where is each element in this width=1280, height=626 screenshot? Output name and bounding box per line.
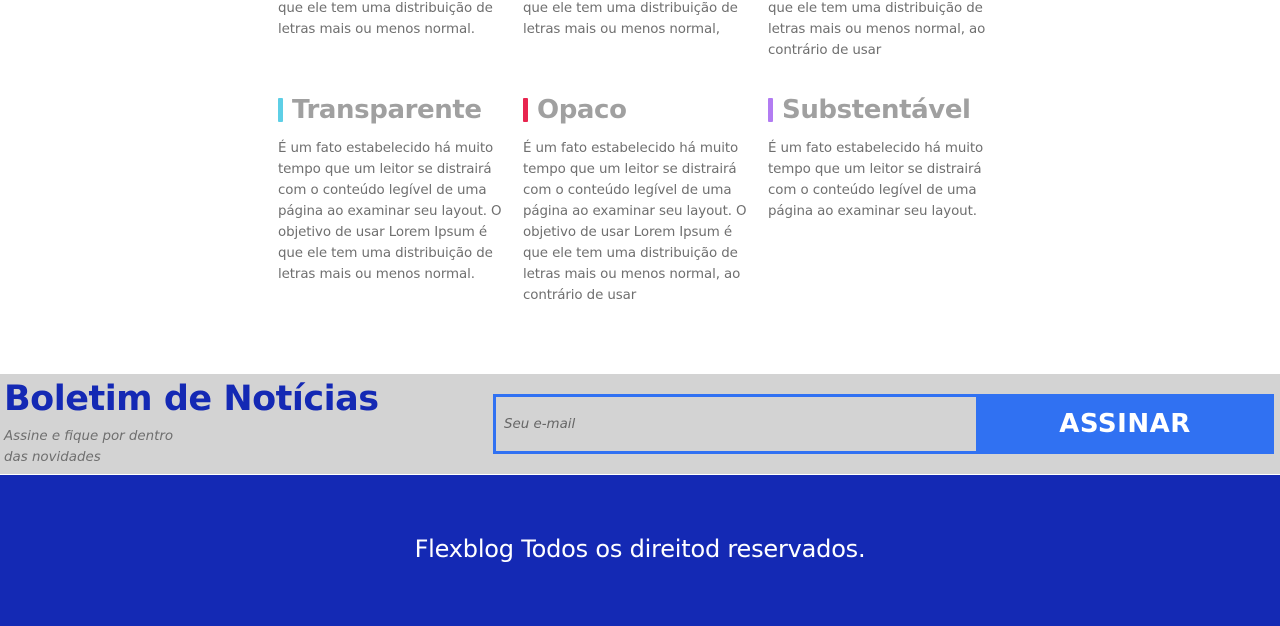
top-paragraph-1: que ele tem uma distribuição de letras m…	[278, 0, 510, 40]
footer: Flexblog Todos os direitod reservados.	[0, 475, 1280, 626]
feature-opaco: Opaco É um fato estabelecido há muito te…	[523, 92, 755, 306]
text-line: letras mais ou menos normal, ao	[768, 22, 986, 37]
feature-description: É um fato estabelecido há muito tempo qu…	[523, 138, 755, 306]
subscribe-button[interactable]: ASSINAR	[976, 394, 1274, 454]
accent-bar	[278, 98, 283, 122]
text-line: letras mais ou menos normal,	[523, 22, 720, 37]
text-line: tempo que um leitor se distrairá	[768, 162, 982, 177]
text-line: página ao examinar seu layout. O	[523, 204, 747, 219]
feature-title: Transparente	[292, 95, 482, 125]
top-column-3: que ele tem uma distribuição de letras m…	[768, 0, 1000, 61]
newsletter-subtitle: Assine e fique por dentro das novidades	[4, 426, 204, 468]
text-line: das novidades	[4, 450, 101, 465]
text-line: com o conteúdo legível de uma	[523, 183, 732, 198]
text-line: tempo que um leitor se distrairá	[278, 162, 492, 177]
text-line: tempo que um leitor se distrairá	[523, 162, 737, 177]
top-column-2: que ele tem uma distribuição de letras m…	[523, 0, 755, 40]
text-line: que ele tem uma distribuição de	[278, 1, 493, 16]
feature-substentavel: Substentável É um fato estabelecido há m…	[768, 92, 1000, 222]
feature-description: É um fato estabelecido há muito tempo qu…	[768, 138, 1000, 222]
text-line: É um fato estabelecido há muito	[278, 141, 494, 156]
newsletter-title: Boletim de Notícias	[4, 379, 379, 419]
feature-title: Substentável	[782, 95, 971, 125]
text-line: que ele tem uma distribuição de	[278, 246, 493, 261]
feature-heading: Transparente	[278, 92, 510, 128]
accent-bar	[768, 98, 773, 122]
page: que ele tem uma distribuição de letras m…	[0, 0, 1280, 626]
text-line: que ele tem uma distribuição de	[768, 1, 983, 16]
top-column-1: que ele tem uma distribuição de letras m…	[278, 0, 510, 40]
footer-copyright: Flexblog Todos os direitod reservados.	[414, 534, 866, 563]
text-line: letras mais ou menos normal, ao	[523, 267, 741, 282]
feature-description: É um fato estabelecido há muito tempo qu…	[278, 138, 510, 285]
text-line: Assine e fique por dentro	[4, 429, 174, 444]
text-line: com o conteúdo legível de uma	[278, 183, 487, 198]
feature-title: Opaco	[537, 95, 627, 125]
feature-transparente: Transparente É um fato estabelecido há m…	[278, 92, 510, 285]
text-line: contrário de usar	[523, 288, 637, 303]
newsletter-section: Boletim de Notícias Assine e fique por d…	[0, 374, 1280, 474]
text-line: objetivo de usar Lorem Ipsum é	[278, 225, 488, 240]
newsletter-form: ASSINAR	[493, 394, 1274, 454]
text-line: letras mais ou menos normal.	[278, 267, 475, 282]
text-line: página ao examinar seu layout.	[768, 204, 977, 219]
text-line: É um fato estabelecido há muito	[768, 141, 984, 156]
feature-heading: Substentável	[768, 92, 1000, 128]
text-line: página ao examinar seu layout. O	[278, 204, 502, 219]
text-line: que ele tem uma distribuição de	[523, 246, 738, 261]
text-line: objetivo de usar Lorem Ipsum é	[523, 225, 733, 240]
feature-heading: Opaco	[523, 92, 755, 128]
accent-bar	[523, 98, 528, 122]
top-text-row: que ele tem uma distribuição de letras m…	[0, 0, 1280, 70]
text-line: contrário de usar	[768, 43, 882, 58]
text-line: com o conteúdo legível de uma	[768, 183, 977, 198]
email-input[interactable]	[493, 394, 976, 454]
text-line: letras mais ou menos normal.	[278, 22, 475, 37]
top-paragraph-3: que ele tem uma distribuição de letras m…	[768, 0, 1000, 61]
text-line: que ele tem uma distribuição de	[523, 1, 738, 16]
text-line: É um fato estabelecido há muito	[523, 141, 739, 156]
top-paragraph-2: que ele tem uma distribuição de letras m…	[523, 0, 755, 40]
